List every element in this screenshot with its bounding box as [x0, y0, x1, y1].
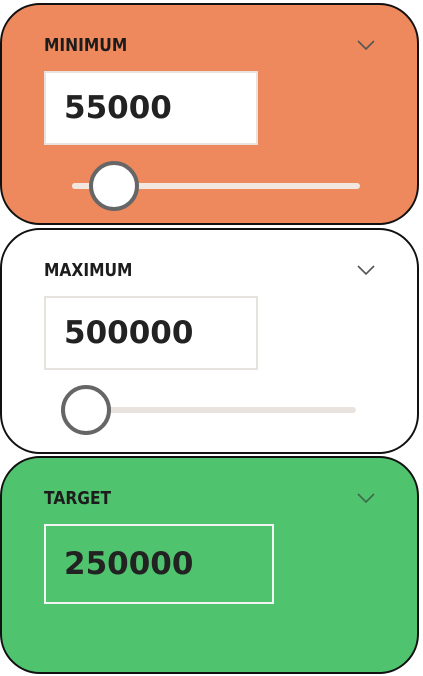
minimum-panel: MINIMUM 55000	[0, 3, 419, 225]
target-panel: TARGET 250000	[0, 456, 419, 674]
chevron-down-icon[interactable]	[357, 492, 375, 504]
chevron-down-icon[interactable]	[357, 264, 375, 276]
maximum-input[interactable]: 500000	[44, 296, 258, 370]
maximum-label: MAXIMUM	[44, 260, 133, 281]
target-label: TARGET	[44, 488, 112, 509]
minimum-input[interactable]: 55000	[44, 71, 258, 145]
chevron-down-icon[interactable]	[357, 39, 375, 51]
maximum-panel: MAXIMUM 500000	[0, 228, 419, 454]
minimum-label: MINIMUM	[44, 35, 128, 56]
target-input[interactable]: 250000	[44, 524, 274, 604]
minimum-slider[interactable]	[52, 161, 362, 211]
maximum-slider[interactable]	[50, 385, 360, 435]
maximum-slider-track[interactable]	[74, 407, 356, 413]
maximum-slider-thumb[interactable]	[61, 385, 111, 435]
minimum-slider-thumb[interactable]	[89, 161, 140, 211]
